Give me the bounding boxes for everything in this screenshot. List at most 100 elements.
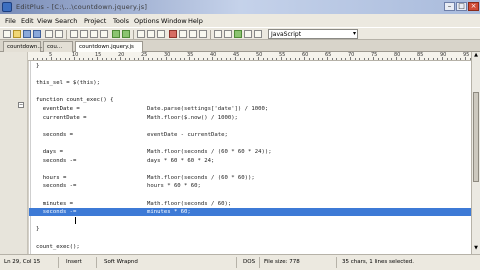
tab-document-1[interactable]: countdown... [3,41,43,52]
text-caret [75,216,76,224]
code-text: hours * 60 * 60; [147,183,201,190]
document-tab-bar: countdown... cou... countdown.jquery.js [0,40,480,52]
ruler-number: 45 [233,52,240,58]
minimize-button[interactable]: – [444,2,455,11]
copy-icon[interactable] [90,30,98,38]
code-line: minutes = Math.floor(seconds / 60); [29,200,471,208]
ruler-number: 30 [164,52,171,58]
ruler-tick [106,58,108,60]
menu-options[interactable]: Options [134,17,159,25]
selected-code-line: seconds -= minutes * 60; [29,208,471,217]
ruler-tick [37,58,39,60]
code-text: Date.parse(settings['date']) / 1000; [147,106,269,112]
ruler-tick [317,58,319,60]
code-text: seconds -= [36,157,77,164]
menu-project[interactable]: Project [84,17,106,25]
ruler-tick [83,58,85,60]
app-icon [2,2,12,12]
code-line: seconds -= days * 60 * 60 * 24; [29,157,471,165]
code-text: days * 60 * 60 * 24; [147,157,215,164]
status-separator [96,257,97,268]
ruler-tick [299,58,301,60]
ruler-tick [428,58,430,60]
word-wrap-icon[interactable] [179,30,187,38]
save-all-icon[interactable] [33,30,41,38]
language-select[interactable]: JavaScript ▾ [268,29,358,39]
ruler-number: 75 [371,52,378,58]
code-editor[interactable]: } this_sel = $(this); function count_exec(… [29,61,471,254]
print-preview-icon[interactable] [55,30,63,38]
redo-icon[interactable] [122,30,130,38]
ruler-number: 15 [95,52,102,58]
run-icon[interactable] [234,30,242,38]
ruler-tick [336,58,338,60]
ruler-tick [437,58,439,60]
menu-edit[interactable]: Edit [21,17,34,25]
replace-icon[interactable] [147,30,155,38]
ruler-tick [41,58,43,60]
toolbar-separator [210,30,211,39]
tab-document-2[interactable]: cou... [43,41,73,52]
undo-icon[interactable] [112,30,120,38]
ruler-tick [60,58,62,60]
code-text: currentDate = [36,114,87,121]
print-icon[interactable] [45,30,53,38]
browser-icon[interactable] [169,30,177,38]
ruler-tick [87,58,89,60]
scroll-down-icon[interactable]: ▼ [472,245,480,253]
ruler-tick [216,58,218,60]
ruler-tick [156,58,158,60]
status-separator [336,257,337,268]
ruler-number: 5 [49,52,53,58]
maximize-button[interactable]: □ [456,2,467,11]
fold-minus-icon[interactable]: − [18,102,24,108]
ruler-number: 70 [348,52,355,58]
status-separator [236,257,237,268]
toolbar-separator [133,30,134,39]
code-text: seconds = [36,131,74,138]
code-line: } [29,225,471,233]
code-text: days = [36,149,63,155]
tools-icon[interactable] [244,30,252,38]
ruler-tick [451,58,453,60]
toolbar: JavaScript ▾ [0,27,480,40]
menu-help[interactable]: Help [188,17,203,25]
code-text: minutes * 60; [147,209,191,216]
fullscreen-icon[interactable] [254,30,262,38]
tab-document-active[interactable]: countdown.jquery.js [75,41,143,52]
directory-icon[interactable] [224,30,232,38]
new-file-icon[interactable] [3,30,11,38]
code-line: hours = Math.floor(seconds / (60 * 60)); [29,174,471,182]
cut-icon[interactable] [80,30,88,38]
menu-file[interactable]: File [5,17,16,25]
open-folder-icon[interactable] [13,30,21,38]
find-icon[interactable] [137,30,145,38]
menu-window[interactable]: Window [161,17,187,25]
spell-check-icon[interactable] [70,30,78,38]
language-label: JavaScript [271,31,302,38]
ruler-icon[interactable] [189,30,197,38]
scroll-up-icon[interactable]: ▲ [472,52,480,60]
ruler-tick [340,58,342,60]
ruler-tick [207,58,209,60]
ruler-tick [446,58,448,60]
line-number-icon[interactable] [199,30,207,38]
menu-tools[interactable]: Tools [113,17,129,25]
ruler-tick [271,58,273,60]
vertical-scrollbar[interactable]: ▲ ▼ [471,52,480,254]
ruler-tick [161,58,163,60]
close-button[interactable]: × [468,2,479,11]
cliptext-icon[interactable] [214,30,222,38]
ruler-tick [198,58,200,60]
menu-search[interactable]: Search [55,17,77,25]
paste-icon[interactable] [100,30,108,38]
save-icon[interactable] [23,30,31,38]
code-line: seconds = eventDate - currentDate; [29,131,471,139]
ruler-tick [225,58,227,60]
ruler-tick [294,58,296,60]
ruler-number: 85 [417,52,424,58]
scroll-thumb[interactable] [473,92,479,182]
goto-icon[interactable] [157,30,165,38]
menu-view[interactable]: View [37,17,52,25]
